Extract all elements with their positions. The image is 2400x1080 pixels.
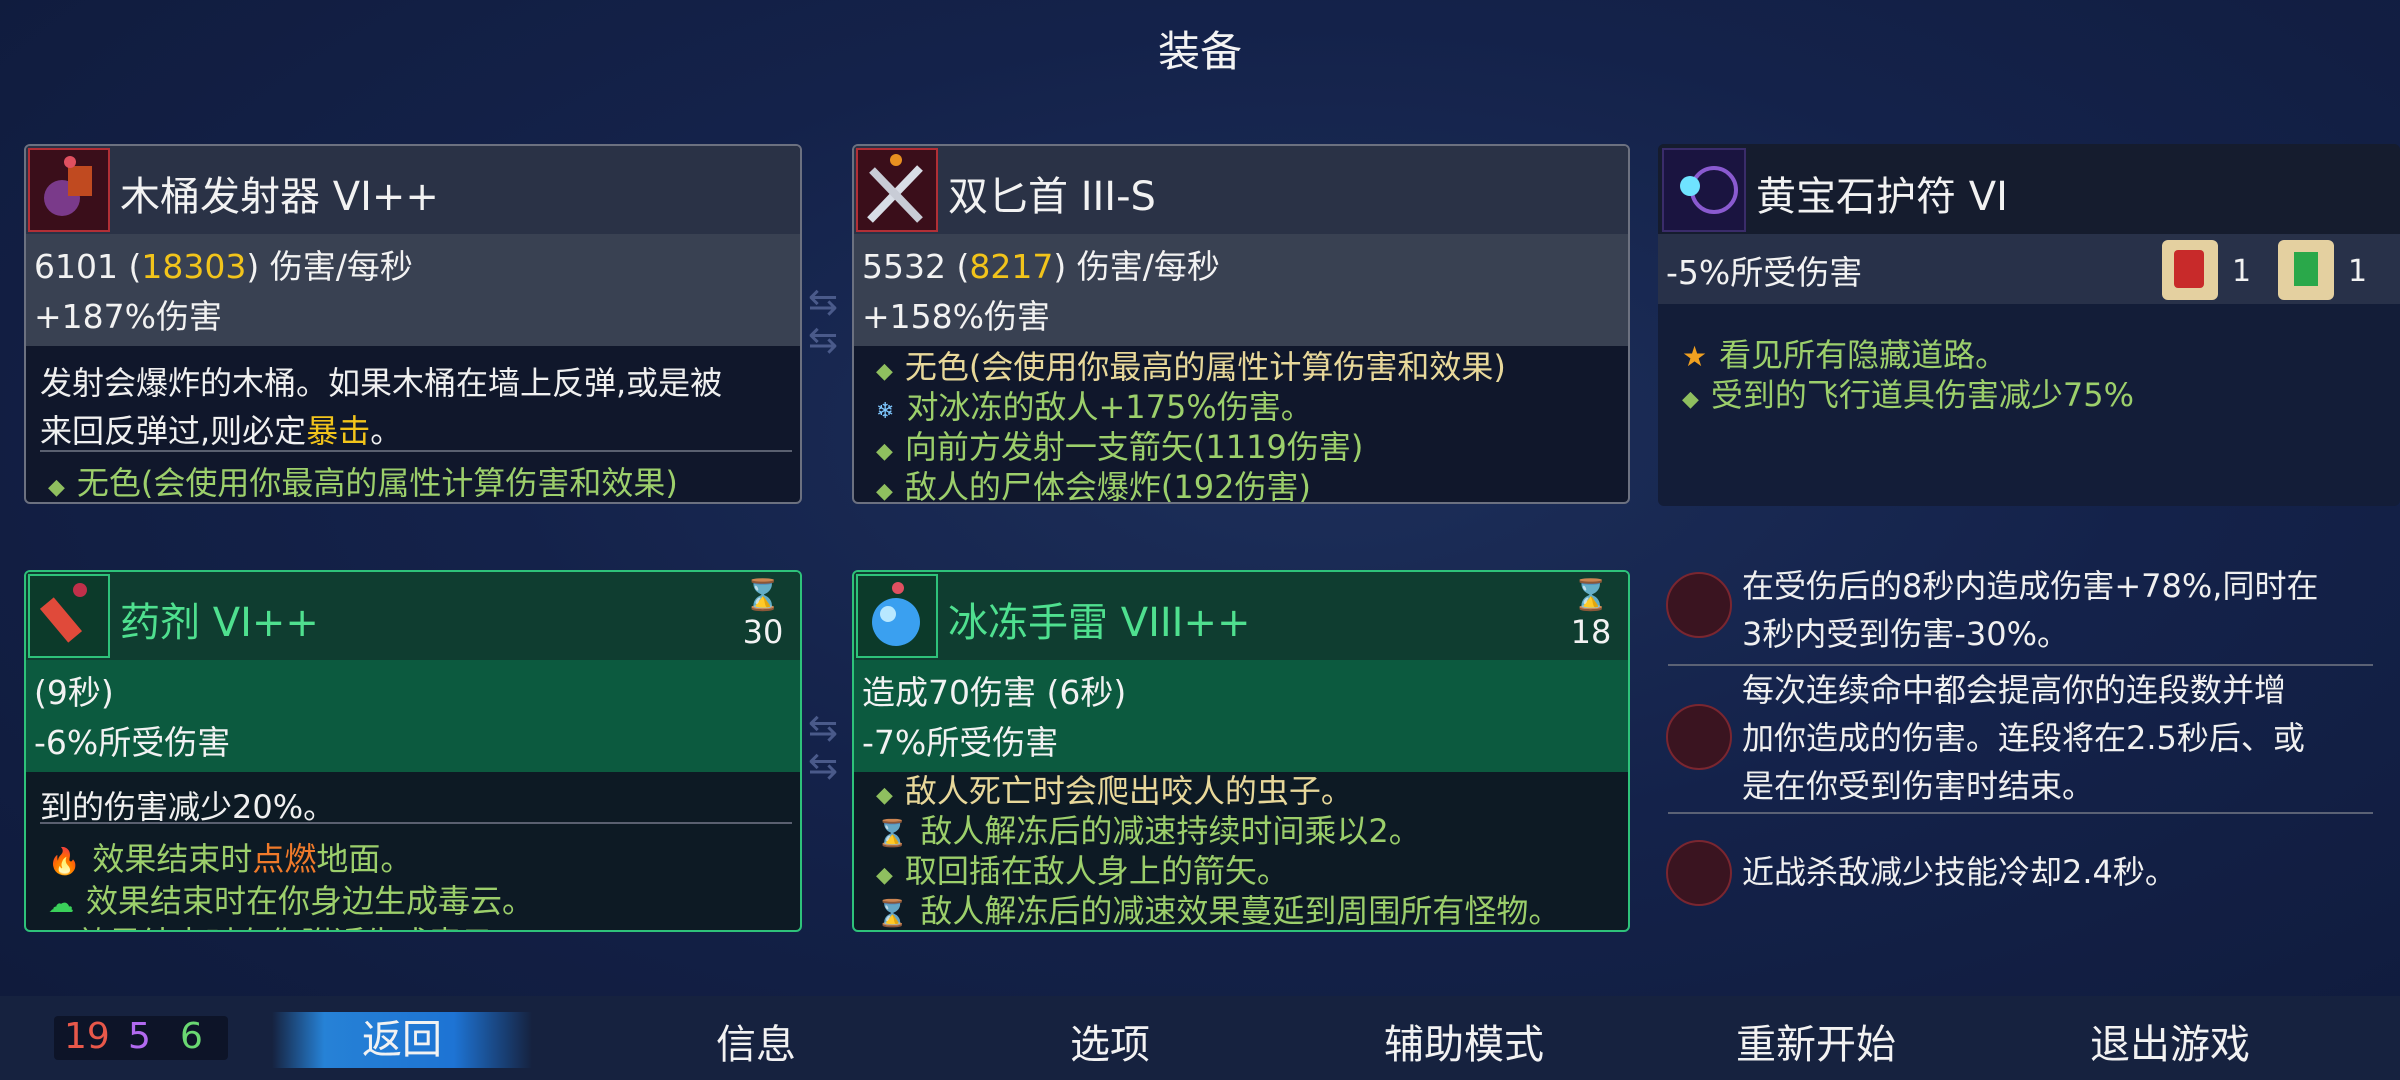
tactics-stat: 5: [128, 1016, 151, 1057]
star-icon: ★: [1682, 340, 1708, 373]
cooldown: ⌛ 18: [1566, 578, 1616, 651]
card-header: 药剂 VI++ ⌛ 30: [26, 572, 800, 660]
weapon-description: 发射会爆炸的木桶。如果木桶在墙上反弹,或是被 来回反弹过,则必定暴击。 ◆ 无色(…: [26, 346, 800, 502]
skill-name: 药剂 VI++: [120, 600, 319, 646]
amulet-panel[interactable]: 黄宝石护符 VI -5%所受伤害 1 1 ★ 看见所有隐藏道路。 ◆ 受到的飞行道具…: [1658, 144, 2400, 506]
divider: [40, 450, 792, 452]
skill-name: 冰冻手雷 VIII++: [948, 600, 1251, 646]
damage-bonus: +158%伤害: [862, 297, 1050, 336]
mutation-item[interactable]: 在受伤后的8秒内造成伤害+78%,同时在 3秒内受到伤害-30%。: [1658, 562, 2400, 672]
card-header: 冰冻手雷 VIII++ ⌛ 18: [854, 572, 1628, 660]
fire-icon: 🔥: [48, 847, 81, 877]
amulet-affix: ◆ 受到的飞行道具伤害减少75%: [1682, 376, 2135, 414]
survival-scroll-icon: [2278, 240, 2334, 300]
mutation-text: 近战杀敌减少技能冷却2.4秒。: [1742, 853, 2177, 891]
affix-line: ◆ 敌人的尸体会爆炸(192伤害): [876, 468, 1311, 504]
melee-cooldown-mutation-icon: [1666, 840, 1732, 906]
quit-game-button[interactable]: 退出游戏: [2040, 1012, 2300, 1070]
brutality-scroll-icon: [2162, 240, 2218, 300]
skill-stats: 造成70伤害 (6秒) -7%所受伤害: [854, 660, 1628, 772]
desc-line: 来回反弹过,则必定暴击。: [40, 412, 403, 450]
combo-mutation-icon: [1666, 704, 1732, 770]
weapon-stats: 5532 (8217) 伤害/每秒 +158%伤害: [854, 234, 1628, 346]
scroll-count: 1: [2348, 254, 2368, 289]
hourglass-icon: ⌛: [876, 899, 909, 929]
mutation-text: 在受伤后的8秒内造成伤害+78%,同时在 3秒内受到伤害-30%。: [1742, 567, 2319, 653]
skill-affixes: ◆ 敌人死亡时会爬出咬人的虫子。 ⌛ 敌人解冻后的减速持续时间乘以2。 ◆ 取回插在敌…: [854, 772, 1628, 930]
scroll-count: 1: [2232, 254, 2252, 289]
mutation-text: 每次连续命中都会提高你的连段数并增 加你造成的伤害。连段将在2.5秒后、或 是在你受…: [1742, 671, 2305, 805]
hourglass-icon: ⌛: [876, 819, 909, 849]
weapon-stats: 6101 (18303) 伤害/每秒 +187%伤害: [26, 234, 800, 346]
assist-mode-button[interactable]: 辅助模式: [1334, 1012, 1594, 1070]
cooldown: ⌛ 30: [738, 578, 788, 651]
affix-line: ◆效果结束时在你附近生成毒云: [48, 918, 792, 930]
swap-arrows-icon[interactable]: ⇆ ⇆: [808, 284, 838, 360]
info-button[interactable]: 信息: [626, 1012, 886, 1070]
amulet-header: 黄宝石护符 VI: [1658, 144, 2400, 234]
back-button[interactable]: 返回: [272, 1012, 532, 1068]
weapon-card-barrel-launcher[interactable]: 木桶发射器 VI++ 6101 (18303) 伤害/每秒 +187%伤害 发射…: [24, 144, 802, 504]
dps-line: 5532 (8217) 伤害/每秒: [862, 247, 1220, 286]
dps-line: 6101 (18303) 伤害/每秒: [34, 247, 413, 286]
skill-damage: 造成70伤害 (6秒): [862, 673, 1127, 712]
scroll-stats: 19 5 6: [54, 1016, 228, 1060]
damage-bonus: +187%伤害: [34, 297, 222, 336]
weapon-name: 双匕首 III-S: [948, 174, 1156, 220]
divider: [1668, 812, 2373, 814]
skill-stats: (9秒) -6%所受伤害: [26, 660, 800, 772]
weapon-card-twin-daggers[interactable]: 双匕首 III-S 5532 (8217) 伤害/每秒 +158%伤害 ◆ 无色(…: [852, 144, 1630, 504]
adrenaline-mutation-icon: [1666, 572, 1732, 638]
swap-arrows-icon[interactable]: ⇆ ⇆: [808, 710, 838, 786]
skill-card-potion[interactable]: 药剂 VI++ ⌛ 30 (9秒) -6%所受伤害 到的伤害减少20%。 🔥 效果…: [24, 570, 802, 932]
options-button[interactable]: 选项: [980, 1012, 1240, 1070]
amulet-stat: -5%所受伤害: [1666, 253, 1863, 292]
potion-icon: [28, 574, 110, 658]
mutation-item[interactable]: 近战杀敌减少技能冷却2.4秒。: [1658, 840, 2400, 910]
page-title: 装备: [1157, 27, 1242, 76]
desc-line: 发射会爆炸的木桶。如果木桶在墙上反弹,或是被: [40, 364, 723, 402]
skill-card-ice-grenade[interactable]: 冰冻手雷 VIII++ ⌛ 18 造成70伤害 (6秒) -7%所受伤害 ◆ 敌人…: [852, 570, 1630, 932]
card-header: 双匕首 III-S: [854, 146, 1628, 234]
weapon-name: 木桶发射器 VI++: [120, 174, 439, 220]
affix-line: ⌛ 敌人解冻后的减速效果蔓延到周围所有怪物。: [876, 892, 1561, 930]
affix-line: ☁ 效果结束时在你身边生成毒云。: [48, 882, 535, 920]
survival-stat: 6: [180, 1016, 203, 1057]
hourglass-icon: ⌛: [1572, 578, 1610, 613]
divider: [40, 822, 792, 824]
skill-stat: -6%所受伤害: [34, 723, 231, 762]
barrel-launcher-icon: [28, 148, 110, 232]
amulet-name: 黄宝石护符 VI: [1756, 174, 2008, 220]
amulet-stat-row: -5%所受伤害 1 1: [1658, 234, 2400, 304]
weapon-affixes: ◆ 无色(会使用你最高的属性计算伤害和效果) ❄ 对冰冻的敌人+175%伤害。 ◆ 向…: [854, 346, 1628, 502]
brutality-stat: 19: [64, 1016, 110, 1057]
affix-line: ◆ 无色(会使用你最高的属性计算伤害和效果): [48, 464, 678, 502]
restart-button[interactable]: 重新开始: [1686, 1012, 1946, 1070]
hourglass-icon: ⌛: [744, 578, 782, 613]
skill-stat: -7%所受伤害: [862, 723, 1059, 762]
poison-cloud-icon: ☁: [48, 889, 74, 919]
skill-duration: (9秒): [34, 673, 114, 712]
amulet-icon: [1662, 148, 1746, 232]
skill-affixes: 到的伤害减少20%。 🔥效果结束时点燃地面。 ☁效果结束时在你身边生成毒云。 ◆…: [26, 772, 800, 930]
card-header: 木桶发射器 VI++: [26, 146, 800, 234]
affix-line: 🔥 效果结束时点燃地面。: [48, 840, 413, 878]
twin-daggers-icon: [856, 148, 938, 232]
freeze-icon: ❄: [876, 399, 895, 424]
ice-grenade-icon: [856, 574, 938, 658]
mutation-item[interactable]: 每次连续命中都会提高你的连段数并增 加你造成的伤害。连段将在2.5秒后、或 是在你受…: [1658, 666, 2400, 810]
bullet-icon: ◆: [48, 475, 65, 500]
